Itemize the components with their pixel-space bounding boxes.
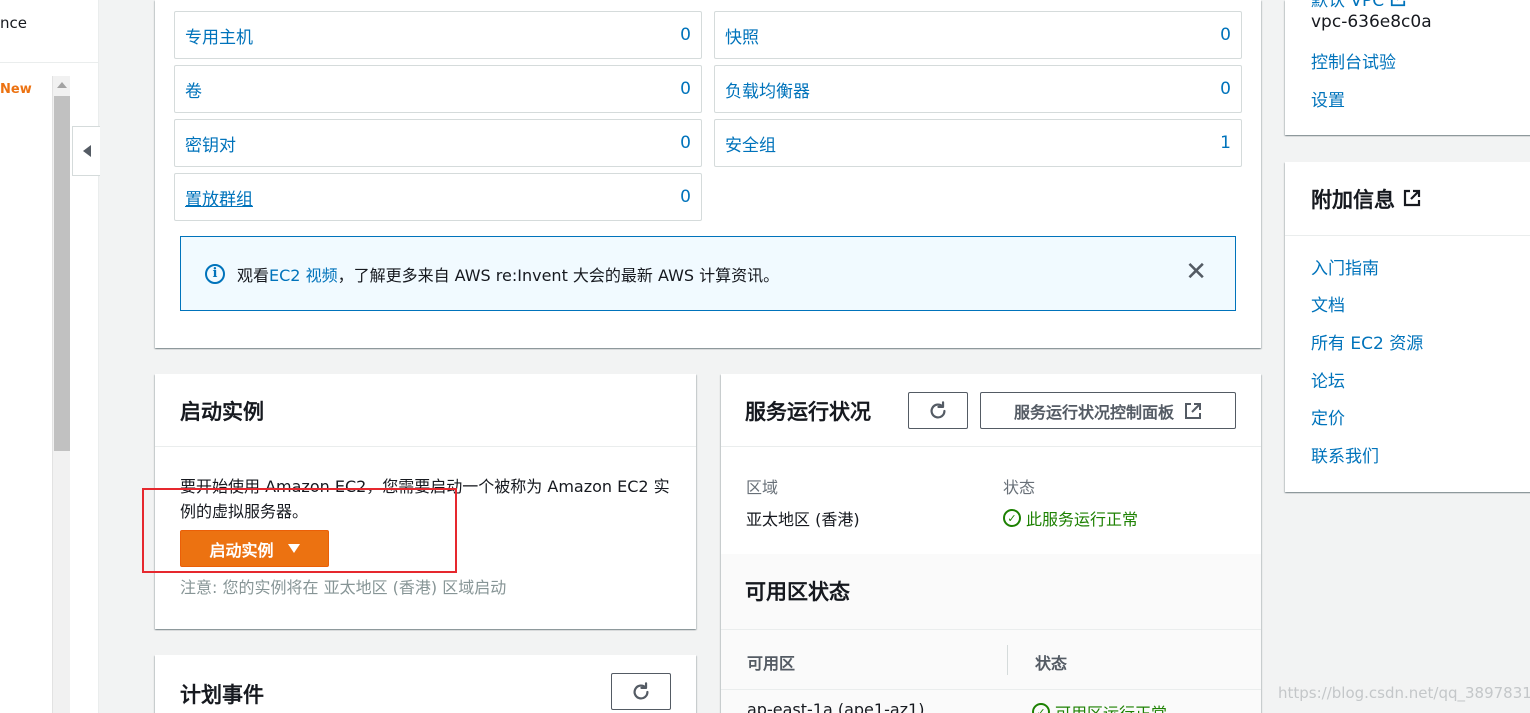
getting-started-link[interactable]: 入门指南 xyxy=(1311,254,1379,279)
region-label: 区域 xyxy=(746,478,779,497)
pricing-link[interactable]: 定价 xyxy=(1311,404,1345,429)
settings-link[interactable]: 设置 xyxy=(1311,86,1345,111)
resource-count[interactable]: 0 xyxy=(680,133,691,153)
check-circle-icon: ✓ xyxy=(1032,703,1050,713)
additional-info-panel: 附加信息 入门指南 文档 所有 EC2 资源 论坛 定价 联系我们 xyxy=(1285,162,1530,492)
az-table-header: 可用区 状态 xyxy=(721,629,1261,690)
ec2-video-link[interactable]: EC2 视频 xyxy=(269,262,338,286)
resource-key-pairs[interactable]: 密钥对 0 xyxy=(174,119,702,167)
resource-count[interactable]: 1 xyxy=(1220,133,1231,153)
region-value: 亚太地区 (香港) xyxy=(746,510,860,529)
collapse-sidebar-button[interactable] xyxy=(72,126,100,176)
refresh-health-button[interactable] xyxy=(908,392,968,429)
caret-left-icon xyxy=(82,145,91,157)
resource-name[interactable]: 安全组 xyxy=(725,131,776,156)
refresh-icon xyxy=(633,681,649,700)
resource-snapshots[interactable]: 快照 0 xyxy=(714,11,1242,59)
forums-link[interactable]: 论坛 xyxy=(1311,367,1345,392)
status-label: 状态 xyxy=(1003,478,1036,497)
az-row-zone: ap-east-1a (ape1-az1) xyxy=(747,700,925,713)
az-row-status-text: 可用区运行正常 xyxy=(1055,700,1167,713)
resource-volumes[interactable]: 卷 0 xyxy=(174,65,702,113)
resource-dedicated-hosts[interactable]: 专用主机 0 xyxy=(174,11,702,59)
resources-panel: 专用主机 0 卷 0 密钥对 0 置放群组 0 快照 0 负载均衡器 0 安全组… xyxy=(155,0,1261,348)
panel-title: 附加信息 xyxy=(1311,188,1395,212)
panel-title: 启动实例 xyxy=(155,374,696,447)
resource-name[interactable]: 置放群组 xyxy=(185,185,253,210)
external-link-icon xyxy=(1185,402,1201,419)
scroll-up-arrow-icon[interactable] xyxy=(57,82,67,88)
annotation-highlight-box xyxy=(142,488,457,573)
resource-security-groups[interactable]: 安全组 1 xyxy=(714,119,1242,167)
az-status-title: 可用区状态 xyxy=(745,580,850,604)
service-status: ✓ 此服务运行正常 xyxy=(1003,506,1138,530)
vpc-id: vpc-636e8c0a xyxy=(1311,12,1432,32)
contact-us-link[interactable]: 联系我们 xyxy=(1311,442,1379,467)
az-row-status: ✓ 可用区运行正常 xyxy=(1032,700,1167,713)
sidebar-scrollbar[interactable] xyxy=(52,76,70,713)
column-divider xyxy=(1007,645,1008,675)
sidebar-item-instances[interactable]: nce xyxy=(0,14,27,32)
resource-name[interactable]: 专用主机 xyxy=(185,23,253,48)
resource-count[interactable]: 0 xyxy=(1220,25,1231,45)
dashboard-button-label: 服务运行状况控制面板 xyxy=(1013,402,1174,422)
new-badge: New xyxy=(0,82,32,97)
additional-info-header[interactable]: 附加信息 xyxy=(1285,162,1530,236)
banner-prefix: 观看 xyxy=(237,265,270,285)
resource-placement-groups[interactable]: 置放群组 0 xyxy=(174,173,702,221)
resource-name[interactable]: 密钥对 xyxy=(185,131,236,156)
resource-load-balancers[interactable]: 负载均衡器 0 xyxy=(714,65,1242,113)
default-vpc-label: 默认 VPC xyxy=(1311,0,1385,11)
default-vpc-link[interactable]: 默认 VPC xyxy=(1311,0,1406,11)
refresh-icon xyxy=(930,400,946,419)
az-col-status[interactable]: 状态 xyxy=(1035,650,1067,674)
health-dashboard-button[interactable]: 服务运行状况控制面板 xyxy=(980,392,1236,429)
close-icon[interactable]: ✕ xyxy=(1185,259,1207,285)
sidebar-divider xyxy=(0,62,99,63)
documentation-link[interactable]: 文档 xyxy=(1311,291,1345,316)
scroll-thumb[interactable] xyxy=(54,96,70,451)
launch-region-note: 注意: 您的实例将在 亚太地区 (香港) 区域启动 xyxy=(180,578,507,597)
info-icon: i xyxy=(205,263,225,284)
service-status-text: 此服务运行正常 xyxy=(1026,510,1139,529)
all-ec2-resources-link[interactable]: 所有 EC2 资源 xyxy=(1311,329,1423,354)
external-link-icon xyxy=(1391,0,1406,6)
resource-count[interactable]: 0 xyxy=(680,187,691,207)
resource-name[interactable]: 负载均衡器 xyxy=(725,77,810,102)
resource-count[interactable]: 0 xyxy=(680,79,691,99)
check-circle-icon: ✓ xyxy=(1003,509,1021,527)
info-banner: i 观看 EC2 视频 ，了解更多来自 AWS re:Invent 大会的最新 … xyxy=(180,236,1236,311)
side-navigation: nce New xyxy=(0,0,99,713)
account-attributes-panel: 默认 VPC vpc-636e8c0a 控制台试验 设置 xyxy=(1285,0,1530,135)
service-health-panel: 服务运行状况 服务运行状况控制面板 区域 亚太地区 (香港) 状态 ✓ 此服务运… xyxy=(721,374,1261,713)
resource-count[interactable]: 0 xyxy=(1220,79,1231,99)
az-col-zone[interactable]: 可用区 xyxy=(747,650,795,674)
resource-count[interactable]: 0 xyxy=(680,25,691,45)
resource-name[interactable]: 快照 xyxy=(725,23,759,48)
resource-name[interactable]: 卷 xyxy=(185,77,202,102)
external-link-icon xyxy=(1403,189,1421,207)
watermark: https://blog.csdn.net/qq_38978315 xyxy=(1278,684,1530,702)
az-status-section: 可用区状态 可用区 状态 ap-east-1a (ape1-az1) ✓ 可用区… xyxy=(721,554,1261,713)
refresh-events-button[interactable] xyxy=(611,673,671,710)
banner-suffix: ，了解更多来自 AWS re:Invent 大会的最新 AWS 计算资讯。 xyxy=(337,265,780,285)
scheduled-events-panel: 计划事件 xyxy=(155,655,696,713)
console-trial-link[interactable]: 控制台试验 xyxy=(1311,48,1396,73)
